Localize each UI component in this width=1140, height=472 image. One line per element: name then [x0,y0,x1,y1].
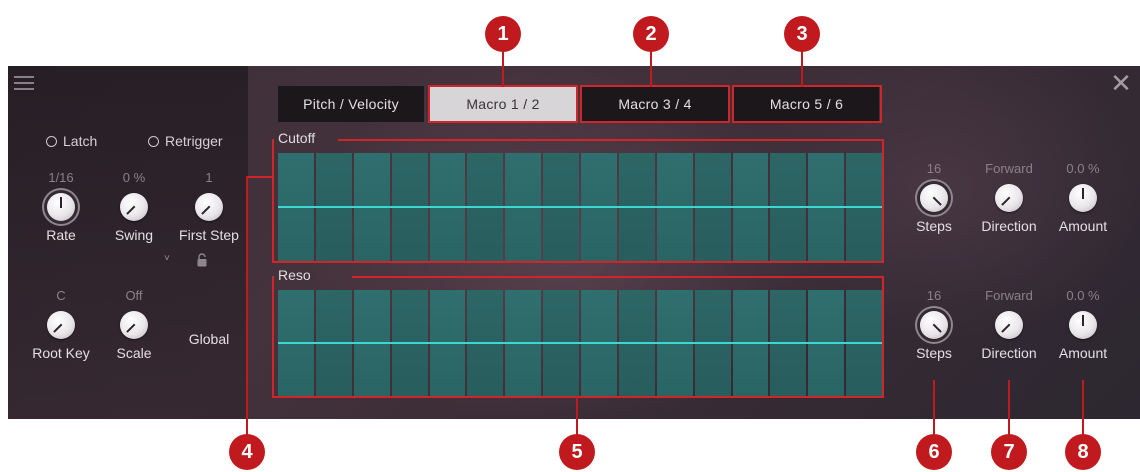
callout-2: 2 [633,16,669,52]
highlight-box [580,85,730,123]
cutoff-amount-label: Amount [1058,218,1108,234]
callout-leader [801,50,803,87]
reso-amount-value: 0.0 % [1066,288,1100,303]
rate-control: 1/16 Rate [24,169,98,243]
scale-label: Scale [116,345,152,361]
callout-leader [246,176,248,436]
cutoff-steps-label: Steps [916,218,952,234]
first-step-label: First Step [179,227,239,243]
cutoff-amount-value: 0.0 % [1066,161,1100,176]
swing-value: 0 % [122,170,146,185]
cutoff-amount-knob[interactable] [1069,184,1097,212]
rate-label: Rate [46,227,76,243]
lock-icon[interactable] [196,253,208,267]
highlight-box [428,85,578,123]
rate-knob[interactable] [47,193,75,221]
callout-7: 7 [991,434,1027,470]
reso-steps-value: 16 [926,288,942,303]
cutoff-direction-label: Direction [981,218,1037,234]
latch-toggle[interactable]: Latch [46,133,97,149]
reso-direction-label: Direction [981,345,1037,361]
cutoff-steps-control: 16 Steps [897,160,971,234]
swing-label: Swing [114,227,154,243]
cutoff-direction-control: Forward Direction [972,160,1046,234]
retrigger-toggle[interactable]: Retrigger [148,133,223,149]
radio-icon [148,135,159,147]
global-control: Global [172,331,246,347]
root-key-control: C Root Key [24,287,98,361]
callout-leader [1082,380,1084,436]
reso-steps-knob[interactable] [920,311,948,339]
callout-leader [1008,380,1010,436]
reso-amount-control: 0.0 % Amount [1046,287,1120,361]
highlight-box [732,85,882,123]
reso-amount-knob[interactable] [1069,311,1097,339]
swing-knob[interactable] [120,193,148,221]
first-step-value: 1 [205,170,213,185]
reso-direction-value: Forward [985,288,1033,303]
cutoff-amount-control: 0.0 % Amount [1046,160,1120,234]
reso-direction-knob[interactable] [995,311,1023,339]
reso-steps-control: 16 Steps [897,287,971,361]
reso-direction-control: Forward Direction [972,287,1046,361]
retrigger-label: Retrigger [165,133,223,149]
scale-control: Off Scale [97,287,171,361]
hamburger-icon[interactable] [14,76,34,90]
callout-leader [650,50,652,87]
first-step-knob[interactable] [195,193,223,221]
close-icon[interactable]: ✕ [1108,70,1134,96]
callout-8: 8 [1065,434,1101,470]
callout-6: 6 [916,434,952,470]
cutoff-steps-value: 16 [926,161,942,176]
callout-leader [502,50,504,87]
callout-leader [933,380,935,436]
highlight-box [272,276,884,398]
highlight-box [272,139,884,263]
cutoff-direction-knob[interactable] [995,184,1023,212]
callout-leader [246,176,274,178]
tab-pitch-velocity[interactable]: Pitch / Velocity [278,86,424,122]
chevron-down-icon[interactable]: ˅ [164,253,170,264]
callout-3: 3 [784,16,820,52]
latch-label: Latch [63,133,98,149]
scale-knob[interactable] [120,311,148,339]
root-key-value: C [56,288,66,303]
reso-steps-label: Steps [916,345,952,361]
callout-leader [576,397,578,437]
swing-control: 0 % Swing [97,169,171,243]
root-key-knob[interactable] [47,311,75,339]
cutoff-steps-knob[interactable] [920,184,948,212]
first-step-control: 1 First Step [172,169,246,243]
cutoff-direction-value: Forward [985,161,1033,176]
global-label: Global [188,331,230,347]
callout-5: 5 [559,434,595,470]
scale-value: Off [125,288,143,303]
callout-4: 4 [229,434,265,470]
root-key-label: Root Key [32,345,90,361]
radio-icon [46,135,57,147]
reso-amount-label: Amount [1058,345,1108,361]
callout-1: 1 [485,16,521,52]
rate-value: 1/16 [48,170,74,185]
